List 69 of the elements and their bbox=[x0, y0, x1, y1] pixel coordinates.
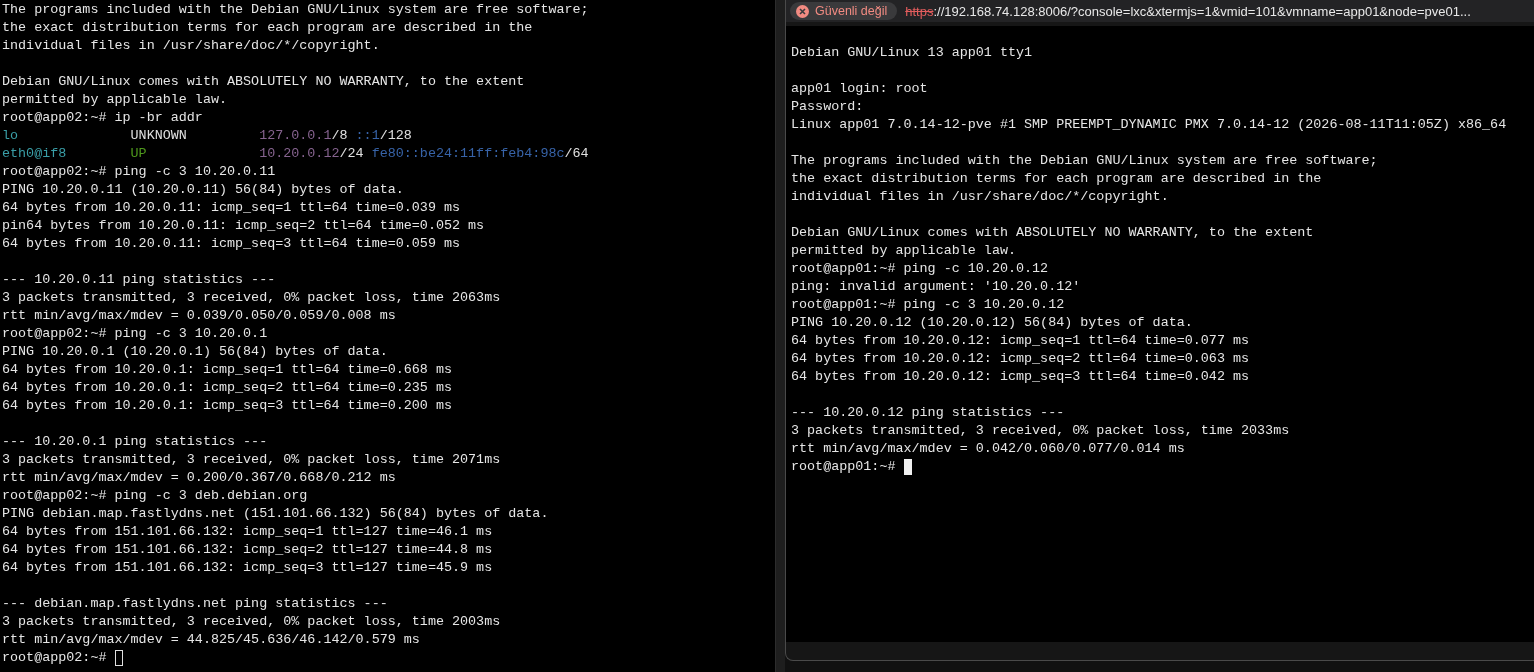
terminal-line: 64 bytes from 10.20.0.1: icmp_seq=3 ttl=64 time=0.200 ms bbox=[2, 397, 452, 415]
terminal-line: 64 bytes from 10.20.0.11: icmp_seq=1 ttl=64 time=0.039 ms bbox=[2, 199, 461, 217]
terminal-line: permitted by applicable law. bbox=[791, 242, 1016, 260]
terminal-line: --- debian.map.fastlydns.net ping statistics --- bbox=[2, 595, 388, 613]
terminal-line: 64 bytes from 151.101.66.132: icmp_seq=3 ttl=127 time=45.9 ms bbox=[2, 559, 493, 577]
security-label: Güvenli değil bbox=[815, 4, 888, 18]
address-text: /64 bbox=[564, 145, 589, 163]
terminal-line: The programs included with the Debian GNU/Linux system are free software; bbox=[791, 152, 1378, 170]
terminal-line: individual files in /usr/share/doc/*/copyright. bbox=[791, 188, 1169, 206]
terminal-line: root@app02:~# ping -c 3 deb.debian.org bbox=[2, 487, 308, 505]
interface-name: eth0@if8 bbox=[2, 145, 67, 163]
terminal-line: app01 login: root bbox=[791, 80, 928, 98]
terminal-line: rtt min/avg/max/mdev = 0.200/0.367/0.668/0.212 ms bbox=[2, 469, 396, 487]
shell-prompt: root@app01:~# bbox=[791, 458, 896, 476]
terminal-line: Password: bbox=[791, 98, 864, 116]
address-text: /128 bbox=[379, 127, 412, 145]
terminal-line: 64 bytes from 10.20.0.12: icmp_seq=1 ttl=64 time=0.077 ms bbox=[791, 332, 1250, 350]
terminal-line: root@app02:~# ip -br addr bbox=[2, 109, 203, 127]
address-text: /24 bbox=[339, 145, 365, 163]
interface-state: UNKNOWN bbox=[130, 127, 187, 145]
address-text: 10.20.0.12 bbox=[259, 145, 340, 163]
terminal-line: permitted by applicable law. bbox=[2, 91, 227, 109]
shell-prompt: root@app02:~# bbox=[2, 649, 107, 667]
terminal-line: PING 10.20.0.11 (10.20.0.11) 56(84) bytes of data. bbox=[2, 181, 404, 199]
terminal-line: rtt min/avg/max/mdev = 44.825/45.636/46.142/0.579 ms bbox=[2, 631, 420, 649]
terminal-line: PING debian.map.fastlydns.net (151.101.66.132) 56(84) bytes of data. bbox=[2, 505, 549, 523]
terminal-line: rtt min/avg/max/mdev = 0.039/0.050/0.059/0.008 ms bbox=[2, 307, 396, 325]
warning-icon bbox=[796, 4, 809, 18]
terminal-line: 3 packets transmitted, 3 received, 0% packet loss, time 2071ms bbox=[2, 451, 501, 469]
terminal-line: 64 bytes from 151.101.66.132: icmp_seq=2 ttl=127 time=44.8 ms bbox=[2, 541, 493, 559]
terminal-line: Debian GNU/Linux comes with ABSOLUTELY NO WARRANTY, to the extent bbox=[2, 73, 525, 91]
terminal-line: pin64 bytes from 10.20.0.11: icmp_seq=2 ttl=64 time=0.052 ms bbox=[2, 217, 485, 235]
security-badge[interactable]: Güvenli değil bbox=[790, 2, 898, 20]
terminal-line: 3 packets transmitted, 3 received, 0% packet loss, time 2033ms bbox=[791, 422, 1290, 440]
address-bar[interactable]: Güvenli değil https://192.168.74.128:8006/?console=lxc&xtermjs=1&vmid=101&vmname=app01&node=pve01... bbox=[786, 0, 1534, 22]
terminal-line: Linux app01 7.0.14-12-pve #1 SMP PREEMPT_DYNAMIC PMX 7.0.14-12 (2026-08-11T11:05Z) x86_64 bbox=[791, 116, 1507, 134]
terminal-line: the exact distribution terms for each program are described in the bbox=[2, 19, 533, 37]
terminal-line: root@app01:~# ping -c 3 10.20.0.12 bbox=[791, 296, 1065, 314]
address-text: 127.0.0.1 bbox=[259, 127, 332, 145]
terminal-line: PING 10.20.0.1 (10.20.0.1) 56(84) bytes of data. bbox=[2, 343, 388, 361]
terminal-line: 3 packets transmitted, 3 received, 0% packet loss, time 2063ms bbox=[2, 289, 501, 307]
terminal-line: Debian GNU/Linux comes with ABSOLUTELY NO WARRANTY, to the extent bbox=[791, 224, 1314, 242]
terminal-line: 64 bytes from 10.20.0.12: icmp_seq=3 ttl=64 time=0.042 ms bbox=[791, 368, 1250, 386]
terminal-line: 64 bytes from 10.20.0.1: icmp_seq=2 ttl=64 time=0.235 ms bbox=[2, 379, 452, 397]
terminal-line: 64 bytes from 10.20.0.12: icmp_seq=2 ttl=64 time=0.063 ms bbox=[791, 350, 1250, 368]
address-text: fe80::be24:11ff:feb4:98c bbox=[371, 145, 565, 163]
terminal-line: root@app02:~# ping -c 3 10.20.0.11 bbox=[2, 163, 276, 181]
terminal-line: ping: invalid argument: '10.20.0.12' bbox=[791, 278, 1081, 296]
address-text: ::1 bbox=[355, 127, 380, 145]
terminal-line: individual files in /usr/share/doc/*/copyright. bbox=[2, 37, 380, 55]
address-text: /8 bbox=[331, 127, 349, 145]
terminal-line: the exact distribution terms for each program are described in the bbox=[791, 170, 1322, 188]
terminal-line: --- 10.20.0.11 ping statistics --- bbox=[2, 271, 276, 289]
terminal-line: --- 10.20.0.1 ping statistics --- bbox=[2, 433, 268, 451]
terminal-line: rtt min/avg/max/mdev = 0.042/0.060/0.077/0.014 ms bbox=[791, 440, 1185, 458]
terminal-line: 64 bytes from 10.20.0.11: icmp_seq=3 ttl=64 time=0.059 ms bbox=[2, 235, 461, 253]
url-text[interactable]: https://192.168.74.128:8006/?console=lxc&xtermjs=1&vmid=101&vmname=app01&node=pve01... bbox=[905, 3, 1471, 19]
scrollbar[interactable] bbox=[775, 0, 785, 672]
terminal-line: 64 bytes from 151.101.66.132: icmp_seq=1 ttl=127 time=46.1 ms bbox=[2, 523, 493, 541]
terminal-line: PING 10.20.0.12 (10.20.0.12) 56(84) bytes of data. bbox=[791, 314, 1193, 332]
terminal-line: The programs included with the Debian GNU/Linux system are free software; bbox=[2, 1, 589, 19]
terminal-line: root@app02:~# ping -c 3 10.20.0.1 bbox=[2, 325, 268, 343]
terminal-line: 3 packets transmitted, 3 received, 0% packet loss, time 2003ms bbox=[2, 613, 501, 631]
interface-state: UP bbox=[130, 145, 147, 163]
interface-name: lo bbox=[2, 127, 19, 145]
terminal-line: root@app01:~# ping -c 10.20.0.12 bbox=[791, 260, 1049, 278]
terminal-line: --- 10.20.0.12 ping statistics --- bbox=[791, 404, 1065, 422]
terminal-line: Debian GNU/Linux 13 app01 tty1 bbox=[791, 44, 1033, 62]
terminal-line: 64 bytes from 10.20.0.1: icmp_seq=1 ttl=64 time=0.668 ms bbox=[2, 361, 452, 379]
